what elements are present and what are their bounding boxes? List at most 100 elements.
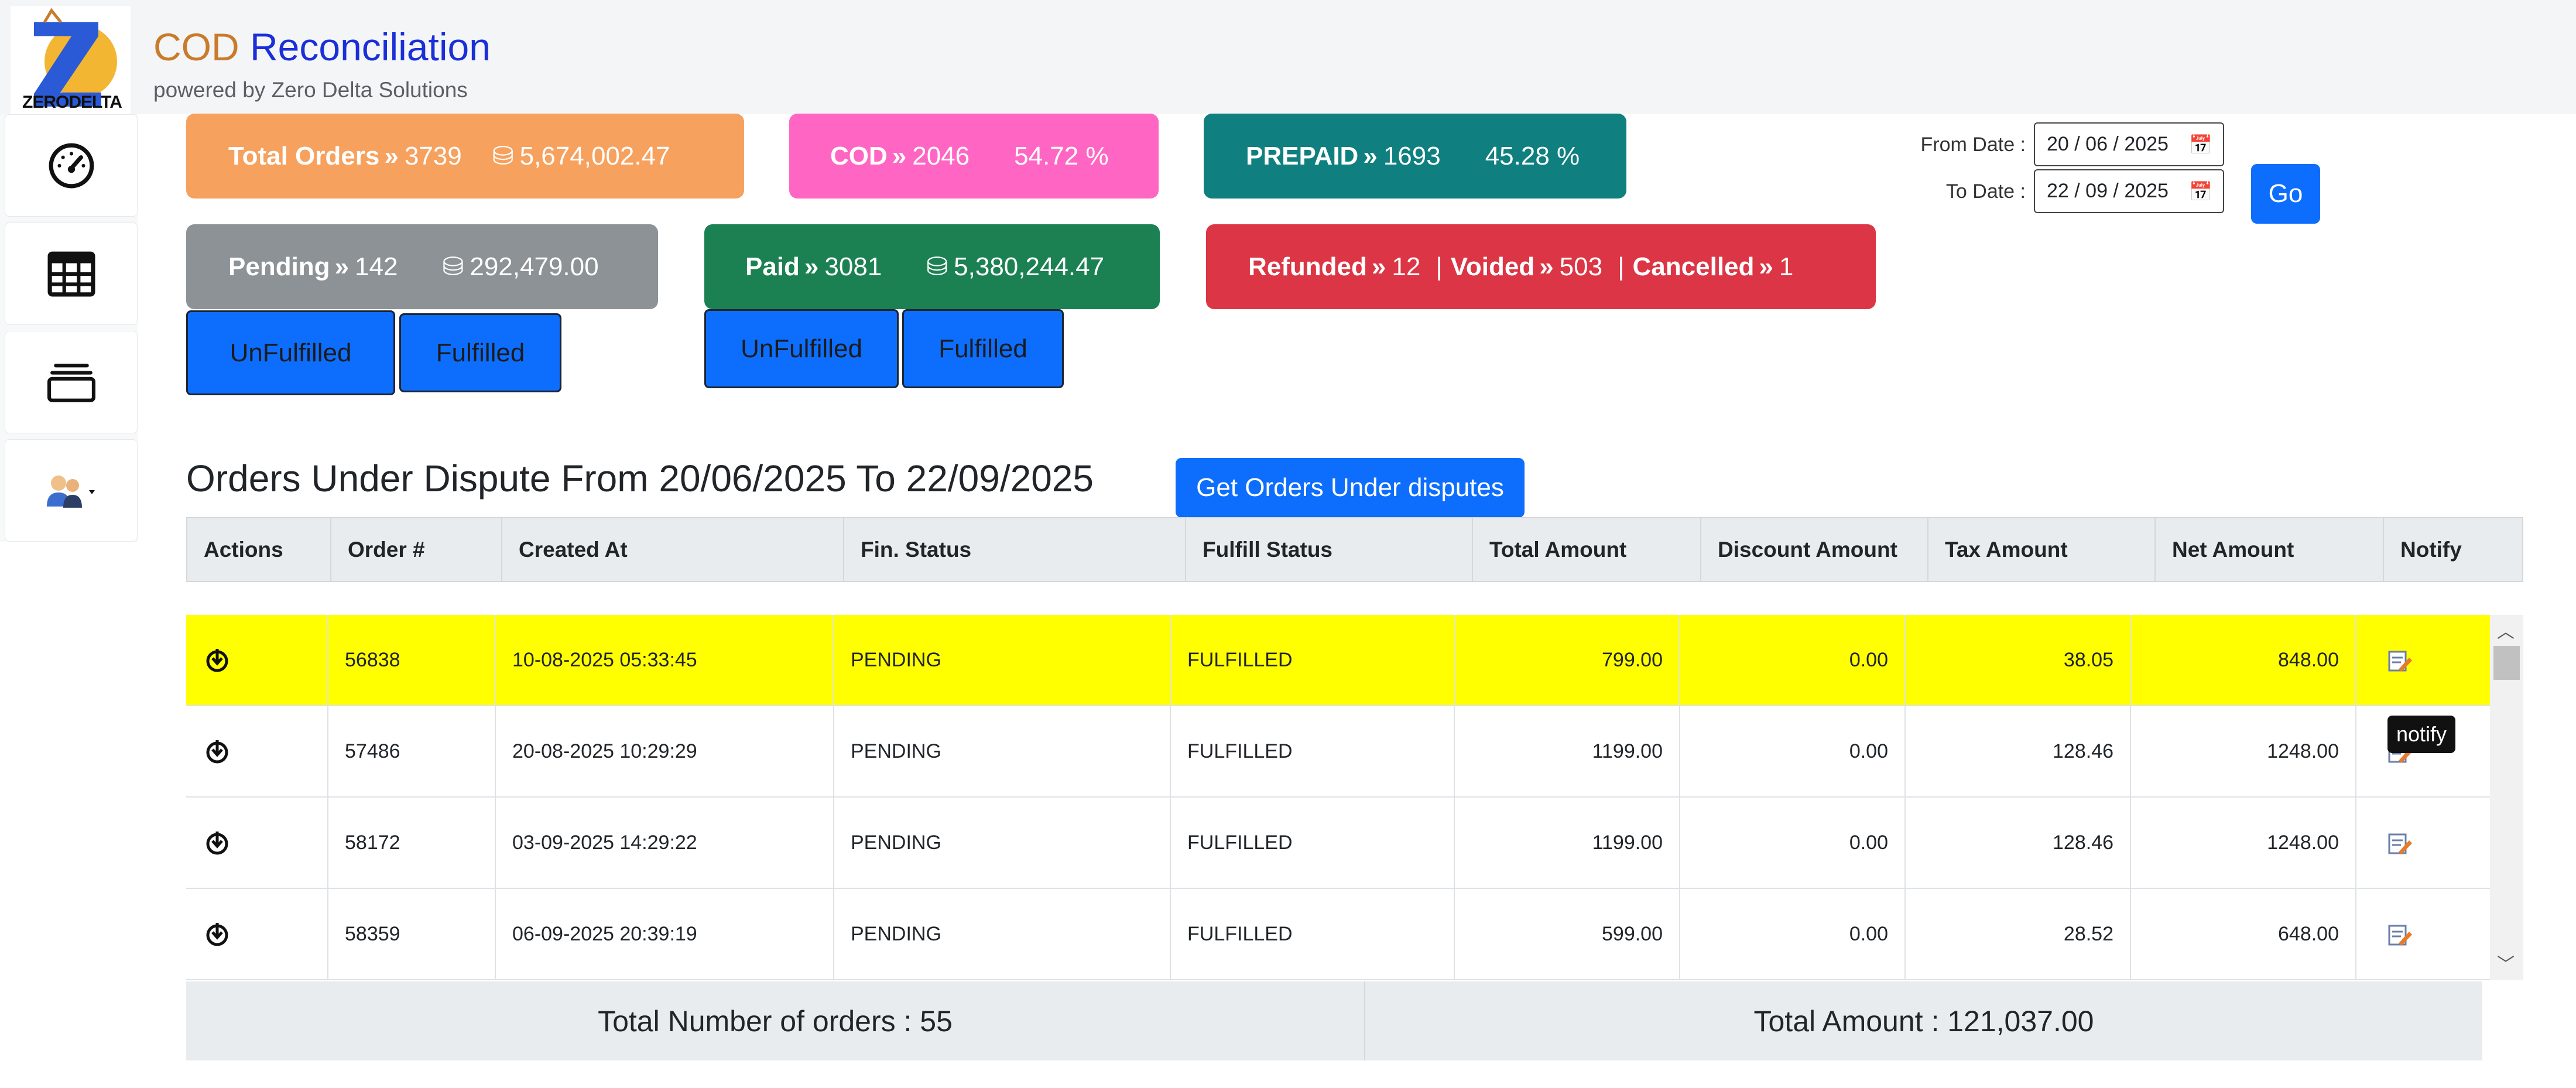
from-date-label: From Date : <box>1920 134 2026 156</box>
total-orders-summary: Total Number of orders : 55 <box>598 1004 953 1038</box>
table-row[interactable]: 56838 10-08-2025 05:33:45 PENDING FULFIL… <box>186 615 2490 706</box>
total-orders-label: Total Orders <box>228 141 380 170</box>
to-date-value: 22 / 09 / 2025 <box>2047 180 2169 202</box>
col-notify[interactable]: Notify <box>2383 518 2522 581</box>
download-action-icon[interactable] <box>186 615 327 705</box>
scroll-down-arrow-icon[interactable]: ﹀ <box>2497 950 2515 976</box>
to-date-input[interactable]: 22 / 09 / 2025 📅 <box>2034 169 2224 213</box>
cod-label: COD <box>830 141 888 170</box>
net-amount: 1248.00 <box>2130 706 2355 796</box>
col-actions[interactable]: Actions <box>187 518 330 581</box>
notify-edit-icon[interactable] <box>2355 615 2490 705</box>
paid-count: 3081 <box>824 252 882 281</box>
logo-text: ZERODELTA <box>22 93 122 112</box>
total-amount: 1199.00 <box>1454 798 1679 888</box>
double-chevron-icon: » <box>892 141 907 170</box>
col-fin-status[interactable]: Fin. Status <box>843 518 1185 581</box>
order-number: 57486 <box>327 706 495 796</box>
sidebar-item-users[interactable] <box>5 439 138 542</box>
net-amount: 1248.00 <box>2130 798 2355 888</box>
discount-amount: 0.00 <box>1679 889 1904 979</box>
app-subtitle: powered by Zero Delta Solutions <box>153 78 468 102</box>
double-chevron-icon: » <box>1759 252 1773 281</box>
download-action-icon[interactable] <box>186 798 327 888</box>
double-chevron-icon: » <box>1539 252 1554 281</box>
notify-tooltip: notify <box>2387 716 2455 753</box>
pending-amount: 292,479.00 <box>470 252 599 281</box>
users-dropdown-icon <box>46 475 95 508</box>
scroll-up-arrow-icon[interactable]: ︿ <box>2497 617 2515 643</box>
col-fulfill-status[interactable]: Fulfill Status <box>1185 518 1472 581</box>
coins-icon: ⛁ <box>492 142 514 170</box>
paid-fulfilled-button[interactable]: Fulfilled <box>902 309 1064 388</box>
total-orders-card[interactable]: Total Orders » 3739 ⛁ 5,674,002.47 <box>186 114 744 199</box>
double-chevron-icon: » <box>1363 141 1378 170</box>
pending-unfulfilled-button[interactable]: UnFulfilled <box>186 310 395 395</box>
go-button[interactable]: Go <box>2251 164 2320 224</box>
sidebar-item-stack[interactable] <box>5 331 138 433</box>
created-at: 10-08-2025 05:33:45 <box>495 615 833 705</box>
total-amount: 799.00 <box>1454 615 1679 705</box>
paid-label: Paid <box>745 252 800 281</box>
fin-status: PENDING <box>833 798 1170 888</box>
sidebar-item-dashboard[interactable] <box>5 114 138 217</box>
fin-status: PENDING <box>833 706 1170 796</box>
table-row[interactable]: 57486 20-08-2025 10:29:29 PENDING FULFIL… <box>186 706 2490 798</box>
pending-card[interactable]: Pending » 142 ⛁ 292,479.00 <box>186 224 658 309</box>
calendar-icon: 📅 <box>2189 134 2212 155</box>
col-net-amount[interactable]: Net Amount <box>2154 518 2383 581</box>
table-row[interactable]: 58359 06-09-2025 20:39:19 PENDING FULFIL… <box>186 889 2490 980</box>
col-total-amount[interactable]: Total Amount <box>1472 518 1700 581</box>
scrollbar-thumb[interactable] <box>2493 646 2520 680</box>
app-title-reconciliation: Reconciliation <box>250 25 491 69</box>
tax-amount: 28.52 <box>1904 889 2130 979</box>
total-orders-count: 3739 <box>404 141 462 170</box>
get-disputes-button[interactable]: Get Orders Under disputes <box>1176 458 1525 518</box>
col-tax-amount[interactable]: Tax Amount <box>1927 518 2154 581</box>
col-discount-amount[interactable]: Discount Amount <box>1700 518 1927 581</box>
prepaid-card[interactable]: PREPAID » 1693 45.28 % <box>1204 114 1626 199</box>
paid-unfulfilled-button[interactable]: UnFulfilled <box>704 309 899 388</box>
cancelled-count: 1 <box>1779 252 1794 281</box>
download-action-icon[interactable] <box>186 889 327 979</box>
coins-icon: ⛁ <box>442 252 464 281</box>
pending-fulfilled-button[interactable]: Fulfilled <box>399 313 561 392</box>
table-header: Actions Order # Created At Fin. Status F… <box>186 517 2523 582</box>
fulfill-status: FULFILLED <box>1170 889 1454 979</box>
notify-edit-icon[interactable] <box>2355 889 2490 979</box>
refunded-card[interactable]: Refunded » 12 | Voided » 503 | Cancelled… <box>1206 224 1876 309</box>
notify-edit-icon[interactable] <box>2355 798 2490 888</box>
col-order[interactable]: Order # <box>330 518 501 581</box>
fulfill-status: FULFILLED <box>1170 706 1454 796</box>
dashboard-gauge-icon <box>49 143 94 188</box>
discount-amount: 0.00 <box>1679 615 1904 705</box>
cancelled-label: Cancelled <box>1632 252 1755 281</box>
calendar-icon: 📅 <box>2189 180 2212 202</box>
col-created-at[interactable]: Created At <box>501 518 843 581</box>
cod-count: 2046 <box>912 141 970 170</box>
tax-amount: 128.46 <box>1904 798 2130 888</box>
discount-amount: 0.00 <box>1679 706 1904 796</box>
coins-icon: ⛁ <box>926 252 948 281</box>
cod-percent: 54.72 % <box>1014 141 1109 170</box>
double-chevron-icon: » <box>1371 252 1386 281</box>
net-amount: 848.00 <box>2130 615 2355 705</box>
sidebar-item-table[interactable] <box>5 223 138 325</box>
fin-status: PENDING <box>833 889 1170 979</box>
voided-label: Voided <box>1450 252 1535 281</box>
paid-card[interactable]: Paid » 3081 ⛁ 5,380,244.47 <box>704 224 1160 309</box>
from-date-input[interactable]: 20 / 06 / 2025 📅 <box>2034 122 2224 166</box>
cod-card[interactable]: COD » 2046 54.72 % <box>789 114 1159 199</box>
dispute-title: Orders Under Dispute From 20/06/2025 To … <box>186 457 1094 499</box>
order-number: 58359 <box>327 889 495 979</box>
fulfill-status: FULFILLED <box>1170 615 1454 705</box>
total-orders-amount: 5,674,002.47 <box>519 141 670 170</box>
discount-amount: 0.00 <box>1679 798 1904 888</box>
order-number: 56838 <box>327 615 495 705</box>
total-amount-summary: Total Amount : 121,037.00 <box>1753 1004 2094 1038</box>
from-date-value: 20 / 06 / 2025 <box>2047 133 2169 155</box>
prepaid-percent: 45.28 % <box>1485 141 1580 170</box>
download-action-icon[interactable] <box>186 706 327 796</box>
table-row[interactable]: 58172 03-09-2025 14:29:22 PENDING FULFIL… <box>186 798 2490 889</box>
sidebar <box>0 114 138 542</box>
